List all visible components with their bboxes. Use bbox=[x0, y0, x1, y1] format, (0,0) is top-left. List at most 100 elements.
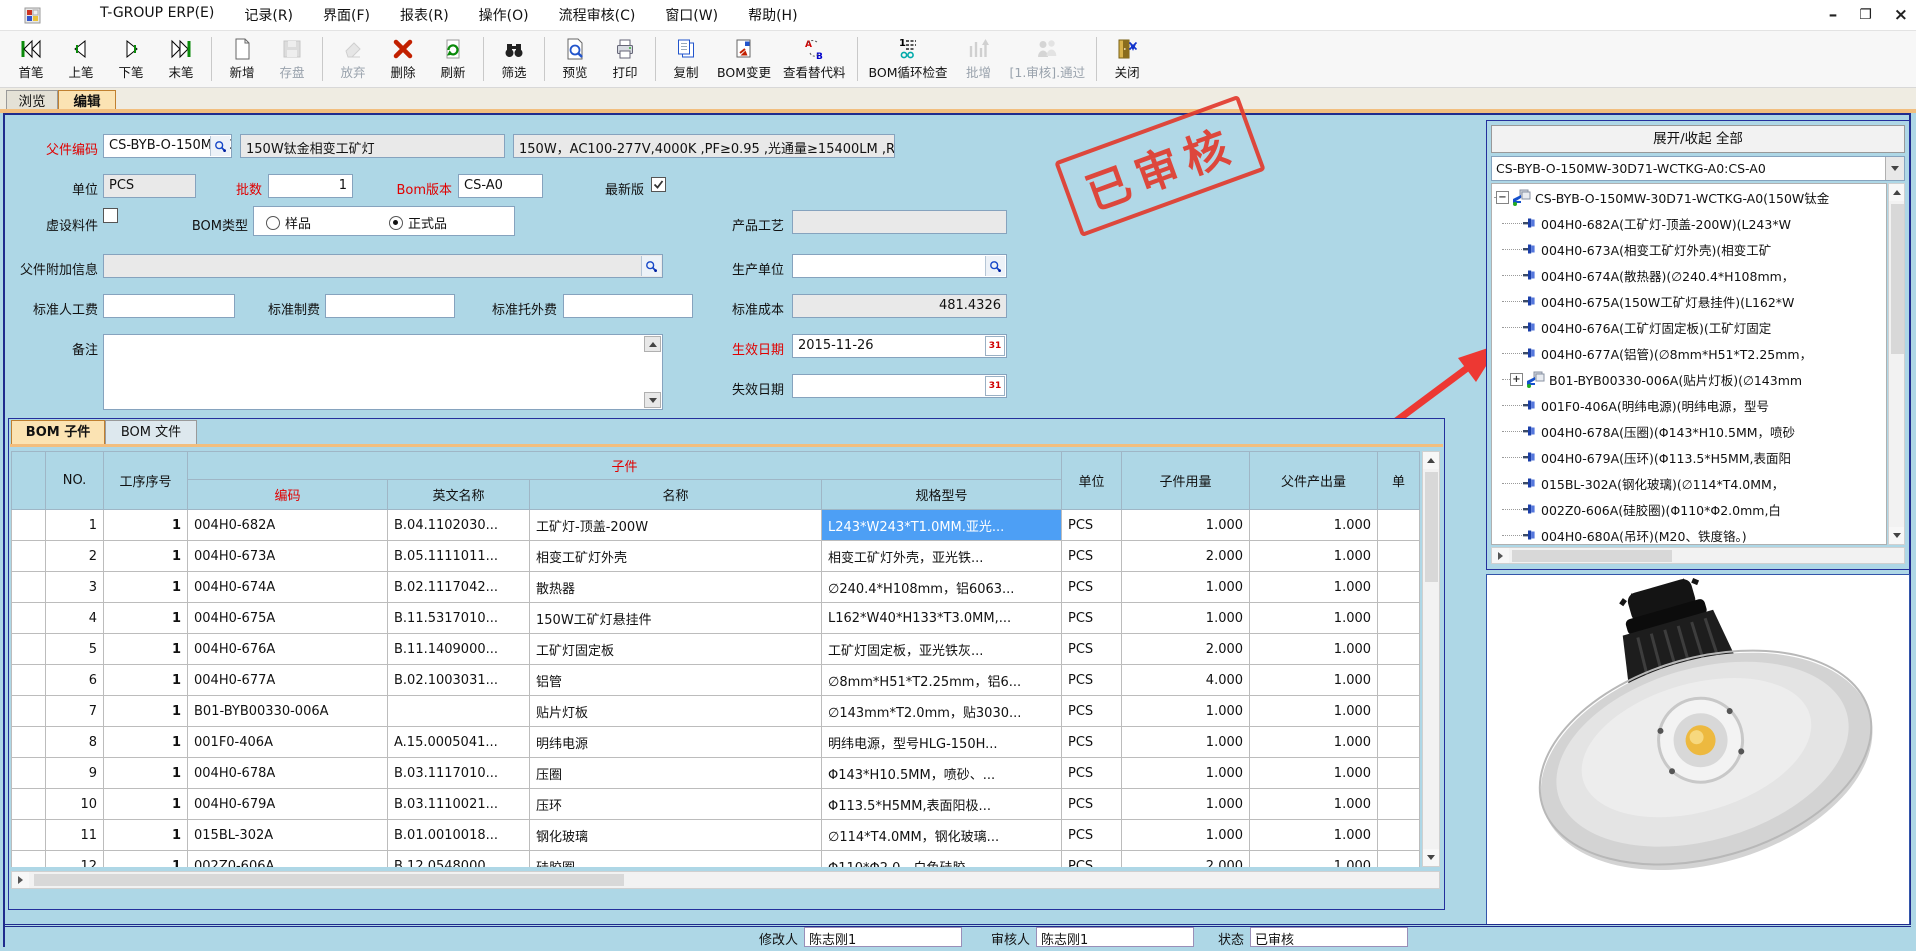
table-vscroll-thumb[interactable] bbox=[1425, 472, 1438, 582]
toolbar-bom-check-button[interactable]: 1BOM循环检查 bbox=[863, 36, 954, 82]
table-cell[interactable] bbox=[1378, 665, 1420, 696]
close-button[interactable]: × bbox=[1894, 5, 1908, 25]
table-cell[interactable] bbox=[1378, 634, 1420, 665]
table-cell[interactable]: 1.000 bbox=[1250, 851, 1378, 868]
row-selector[interactable] bbox=[12, 510, 46, 541]
table-cell[interactable]: 7 bbox=[46, 696, 104, 727]
row-selector[interactable] bbox=[12, 665, 46, 696]
toolbar-close-door-button[interactable]: 关闭 bbox=[1102, 36, 1152, 82]
toolbar-bom-change-button[interactable]: BOM变更 bbox=[711, 36, 777, 82]
table-cell[interactable]: B.02.1117042... bbox=[388, 572, 530, 603]
table-cell[interactable]: 004H0-682A bbox=[188, 510, 388, 541]
table-cell[interactable]: 压环 bbox=[530, 789, 822, 820]
tree-horizontal-scrollbar[interactable] bbox=[1491, 547, 1905, 564]
table-vertical-scrollbar[interactable] bbox=[1422, 451, 1440, 867]
toolbar-preview-button[interactable]: 预览 bbox=[550, 36, 600, 82]
expire-date-calendar-icon[interactable]: 31 bbox=[985, 376, 1005, 396]
table-cell[interactable]: Φ143*H10.5MM，喷砂、... bbox=[822, 758, 1062, 789]
menu-item-5[interactable]: 流程审核(C) bbox=[559, 5, 636, 25]
table-cell[interactable]: 1 bbox=[104, 851, 188, 868]
table-cell[interactable]: 1.000 bbox=[1122, 727, 1250, 758]
row-selector[interactable] bbox=[12, 789, 46, 820]
parent-extra-field[interactable] bbox=[103, 254, 663, 278]
table-cell[interactable]: PCS bbox=[1062, 789, 1122, 820]
table-cell[interactable]: B.03.1117010... bbox=[388, 758, 530, 789]
tree-node[interactable]: 004H0-679A(压环)(Φ113.5*H5MM,表面阳 bbox=[1492, 444, 1886, 470]
table-cell[interactable]: Φ110*Φ2.0，白色硅胶... bbox=[822, 851, 1062, 868]
tree-node[interactable]: 004H0-682A(工矿灯-顶盖-200W)(L243*W bbox=[1492, 210, 1886, 236]
expand-collapse-all-button[interactable]: 展开/收起 全部 bbox=[1491, 125, 1905, 153]
table-cell[interactable]: 1.000 bbox=[1122, 603, 1250, 634]
table-cell[interactable]: 1.000 bbox=[1250, 603, 1378, 634]
table-cell[interactable]: 1.000 bbox=[1122, 572, 1250, 603]
toolbar-nav-last-button[interactable]: 末笔 bbox=[156, 36, 206, 82]
table-cell[interactable]: 铝管 bbox=[530, 665, 822, 696]
restore-button[interactable]: ❐ bbox=[1859, 7, 1872, 23]
table-cell[interactable] bbox=[1378, 572, 1420, 603]
table-cell[interactable]: 1 bbox=[104, 541, 188, 572]
table-cell[interactable]: 明纬电源，型号HLG-150H... bbox=[822, 727, 1062, 758]
table-cell[interactable]: 1 bbox=[104, 665, 188, 696]
table-cell[interactable]: 1.000 bbox=[1122, 510, 1250, 541]
table-cell[interactable]: 1.000 bbox=[1250, 789, 1378, 820]
table-cell[interactable] bbox=[1378, 789, 1420, 820]
tree-node[interactable]: 004H0-673A(相变工矿灯外壳)(相变工矿 bbox=[1492, 236, 1886, 262]
table-cell[interactable]: B01-BYB00330-006A bbox=[188, 696, 388, 727]
table-cell[interactable]: 1.000 bbox=[1250, 541, 1378, 572]
table-cell[interactable] bbox=[1378, 603, 1420, 634]
table-cell[interactable]: 1 bbox=[104, 696, 188, 727]
table-cell[interactable]: 2.000 bbox=[1122, 851, 1250, 868]
modified-by-field[interactable]: 陈志刚1 bbox=[804, 927, 962, 947]
remark-field[interactable] bbox=[103, 334, 663, 410]
table-cell[interactable] bbox=[1378, 696, 1420, 727]
table-cell[interactable]: A.15.0005041... bbox=[388, 727, 530, 758]
table-cell[interactable]: B.05.1111011... bbox=[388, 541, 530, 572]
table-cell[interactable]: PCS bbox=[1062, 510, 1122, 541]
bom-type-sample-radio[interactable]: 样品 bbox=[266, 213, 311, 232]
table-cell[interactable]: 工矿灯固定板，亚光铁灰... bbox=[822, 634, 1062, 665]
table-hscroll-thumb[interactable] bbox=[34, 874, 624, 886]
toolbar-print-button[interactable]: 打印 bbox=[600, 36, 650, 82]
menu-item-4[interactable]: 操作(O) bbox=[479, 5, 529, 25]
table-cell[interactable]: 11 bbox=[46, 820, 104, 851]
table-cell[interactable]: 004H0-676A bbox=[188, 634, 388, 665]
table-cell[interactable]: PCS bbox=[1062, 727, 1122, 758]
table-cell[interactable] bbox=[1378, 541, 1420, 572]
table-cell[interactable]: PCS bbox=[1062, 572, 1122, 603]
expand-icon[interactable]: + bbox=[1510, 373, 1523, 386]
expire-date-field[interactable]: 31 bbox=[792, 374, 1007, 398]
tree-node[interactable]: 004H0-676A(工矿灯固定板)(工矿灯固定 bbox=[1492, 314, 1886, 340]
table-cell[interactable]: 004H0-673A bbox=[188, 541, 388, 572]
table-cell[interactable]: 3 bbox=[46, 572, 104, 603]
col-header-qty[interactable]: 子件用量 bbox=[1122, 452, 1250, 510]
tab-bom-children[interactable]: BOM 子件 bbox=[11, 420, 105, 445]
tree-vscroll-thumb[interactable] bbox=[1891, 204, 1904, 354]
table-cell[interactable]: 1.000 bbox=[1250, 727, 1378, 758]
tree-vertical-scrollbar[interactable] bbox=[1888, 183, 1905, 545]
toolbar-refresh-button[interactable]: 刷新 bbox=[428, 36, 478, 82]
table-cell[interactable]: 004H0-677A bbox=[188, 665, 388, 696]
table-cell[interactable]: 4 bbox=[46, 603, 104, 634]
table-cell[interactable]: PCS bbox=[1062, 696, 1122, 727]
menu-item-6[interactable]: 窗口(W) bbox=[665, 5, 718, 25]
table-cell[interactable]: PCS bbox=[1062, 851, 1122, 868]
table-cell[interactable]: ∅114*T4.0MM，钢化玻璃... bbox=[822, 820, 1062, 851]
table-cell[interactable]: 2.000 bbox=[1122, 634, 1250, 665]
toolbar-nav-next-button[interactable]: 下笔 bbox=[106, 36, 156, 82]
std-labor-field[interactable] bbox=[103, 294, 235, 318]
row-selector[interactable] bbox=[12, 851, 46, 868]
table-cell[interactable]: 相变工矿灯外壳，亚光铁... bbox=[822, 541, 1062, 572]
table-cell[interactable]: ∅8mm*H51*T2.25mm，铝6... bbox=[822, 665, 1062, 696]
table-cell[interactable]: 150W工矿灯悬挂件 bbox=[530, 603, 822, 634]
std-outsource-field[interactable] bbox=[563, 294, 693, 318]
table-cell[interactable]: 工矿灯-顶盖-200W bbox=[530, 510, 822, 541]
effective-date-field[interactable]: 2015-11-26 31 bbox=[792, 334, 1007, 358]
latest-version-checkbox[interactable] bbox=[651, 177, 666, 192]
col-header-code[interactable]: 编码 bbox=[188, 480, 388, 510]
tree-scroll-right-icon[interactable] bbox=[1492, 548, 1509, 563]
tree-hscroll-thumb[interactable] bbox=[1512, 550, 1672, 562]
table-cell[interactable]: 004H0-674A bbox=[188, 572, 388, 603]
menu-item-1[interactable]: 记录(R) bbox=[244, 5, 293, 25]
bom-type-official-radio[interactable]: 正式品 bbox=[389, 213, 447, 232]
toolbar-filter-button[interactable]: 筛选 bbox=[489, 36, 539, 82]
